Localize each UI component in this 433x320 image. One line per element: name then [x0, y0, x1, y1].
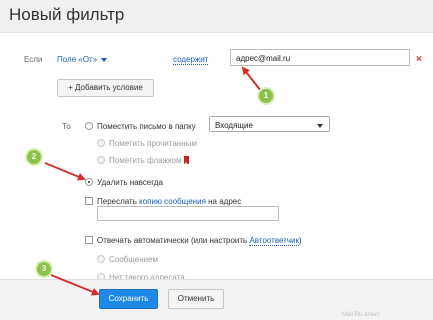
annotation-marker-2: 2: [27, 150, 41, 164]
annotation-marker-1: 1: [259, 89, 273, 103]
arrow-2: [44, 162, 86, 181]
annotation-arrows: [44, 66, 262, 296]
annotation-marker-3: 3: [37, 262, 51, 276]
arrow-3: [50, 274, 100, 296]
arrow-1: [241, 66, 262, 92]
